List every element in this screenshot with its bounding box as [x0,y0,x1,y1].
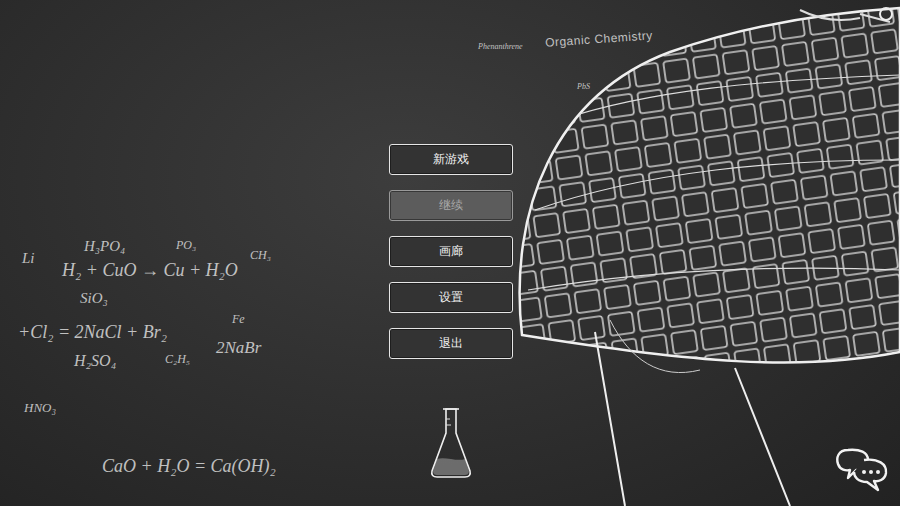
chalk-formula: Li [22,250,35,267]
menu-button[interactable]: 退出 [389,328,513,359]
menu-button[interactable]: 新游戏 [389,144,513,175]
chalk-formula: PO₃ [176,238,196,253]
chalk-formula: SiO₃ [80,290,108,307]
chalk-formula: H₃PO₄ [84,238,125,255]
main-menu-screen: Li H₃PO₄ PO₃ H₂ + CuO → Cu + H₂O CH₃ SiO₃ +Cl₂… [0,0,900,506]
main-menu: 新游戏继续画廊设置退出 [389,144,513,359]
chalk-label: Phenanthrene [478,42,523,51]
chalk-formula: H₂SO₄ [74,352,116,370]
chat-button[interactable] [834,444,890,494]
chalk-formula: Fe [232,312,245,327]
menu-button[interactable]: 画廊 [389,236,513,267]
chalk-label: PbS [577,82,590,91]
chalk-formula: CaO + H₂O = Ca(OH)₂ [102,456,276,477]
chalk-formula: H₂ + CuO → Cu + H₂O [62,260,238,281]
chalk-formula: 2NaBr [216,338,261,358]
chalk-formula: HNO₃ [24,400,56,416]
chalk-formula: +Cl₂ = 2NaCl + Br₂ [18,322,167,343]
flask-decoration [429,407,473,479]
chat-icon [834,444,890,494]
flask-icon [429,407,473,479]
chalk-title: Organic Chemistry [545,28,654,49]
helmet-drawing [500,0,900,506]
menu-button: 继续 [389,190,513,221]
chalk-formula: C₂H₅ [165,352,190,367]
chalk-formula: CH₃ [250,248,271,263]
menu-button[interactable]: 设置 [389,282,513,313]
